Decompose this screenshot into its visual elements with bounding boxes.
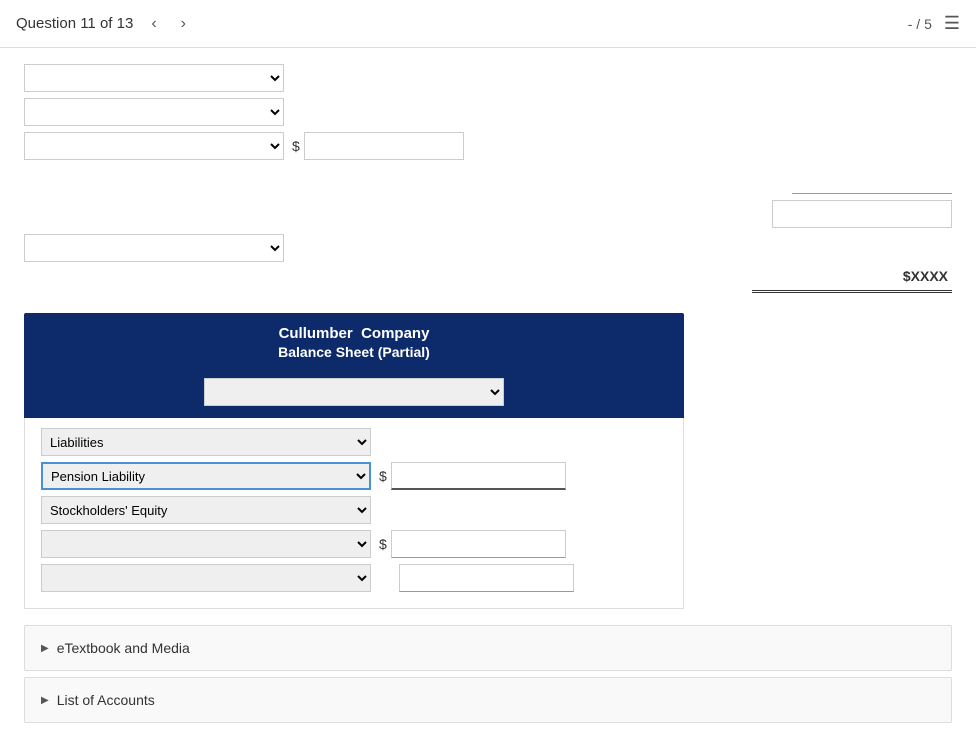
prev-question-button[interactable]: ‹ — [145, 13, 162, 35]
date-select[interactable] — [204, 378, 504, 406]
upper-row-1 — [24, 64, 952, 92]
bs-dollar-2: $ — [379, 536, 387, 552]
nav-left: Question 11 of 13 ‹ › — [16, 13, 192, 35]
se-row-2 — [41, 564, 667, 592]
upper-row-3: $ — [24, 132, 952, 160]
balance-sheet-container: Cullumber Company Balance Sheet (Partial… — [24, 313, 684, 609]
company-name-normal: Cullumber — [279, 325, 353, 342]
bs-header: Cullumber Company Balance Sheet (Partial… — [24, 313, 684, 372]
pension-liability-amount[interactable] — [391, 462, 566, 490]
total-row-1: $XXXX — [24, 268, 952, 284]
se-row-1: $ — [41, 530, 667, 558]
upper-select-2[interactable] — [24, 98, 284, 126]
sheet-title: Balance Sheet (Partial) — [40, 344, 668, 360]
list-icon[interactable]: ☰ — [944, 13, 960, 34]
liabilities-select[interactable]: Liabilities — [41, 428, 371, 456]
bs-subheader — [24, 372, 684, 418]
stockholders-equity-select[interactable]: Stockholders' Equity — [41, 496, 371, 524]
nav-right: - / 5 ☰ — [908, 13, 960, 34]
list-accounts-accordion-header[interactable]: ▶ List of Accounts — [25, 678, 951, 722]
upper-select-4[interactable] — [24, 234, 284, 262]
list-accounts-label: List of Accounts — [57, 692, 155, 708]
se-select-2[interactable] — [41, 564, 371, 592]
double-underline-row-1 — [24, 290, 952, 293]
pension-liability-select[interactable]: Pension Liability — [41, 462, 371, 490]
page-indicator: - / 5 — [908, 16, 932, 32]
se-amount-2[interactable] — [399, 564, 574, 592]
bs-body: Liabilities Pension Liability $ Stockhol… — [24, 418, 684, 609]
list-accounts-arrow-icon: ▶ — [41, 695, 49, 706]
se-select-1[interactable] — [41, 530, 371, 558]
liabilities-header-row: Liabilities — [41, 428, 667, 456]
etextbook-accordion-header[interactable]: ▶ eTextbook and Media — [25, 626, 951, 670]
company-name-bold: Company — [361, 325, 429, 342]
se-amount-1[interactable] — [391, 530, 566, 558]
subtotal-input-1[interactable] — [772, 200, 952, 228]
subtotal-row-1 — [24, 200, 952, 228]
etextbook-arrow-icon: ▶ — [41, 643, 49, 654]
etextbook-accordion: ▶ eTextbook and Media — [24, 625, 952, 671]
stockholders-equity-header-row: Stockholders' Equity — [41, 496, 667, 524]
upper-select-1[interactable] — [24, 64, 284, 92]
company-name: Cullumber Company — [40, 325, 668, 342]
upper-amount-input-2[interactable] — [792, 166, 952, 194]
next-question-button[interactable]: › — [175, 13, 192, 35]
total-value-1: $XXXX — [903, 268, 948, 284]
upper-section: $ $XXXX — [24, 64, 952, 293]
etextbook-label: eTextbook and Media — [57, 640, 190, 656]
top-navigation-bar: Question 11 of 13 ‹ › - / 5 ☰ — [0, 0, 976, 48]
upper-row-4 — [24, 166, 952, 194]
upper-select-3[interactable] — [24, 132, 284, 160]
pension-liability-row: Pension Liability $ — [41, 462, 667, 490]
upper-row-2 — [24, 98, 952, 126]
dollar-sign-1: $ — [292, 138, 300, 154]
upper-amount-input-1[interactable] — [304, 132, 464, 160]
upper-row-5 — [24, 234, 952, 262]
question-counter: Question 11 of 13 — [16, 15, 133, 32]
main-content: $ $XXXX — [0, 48, 976, 748]
double-underline-1 — [752, 290, 952, 293]
bs-dollar-1: $ — [379, 468, 387, 484]
list-accounts-accordion: ▶ List of Accounts — [24, 677, 952, 723]
